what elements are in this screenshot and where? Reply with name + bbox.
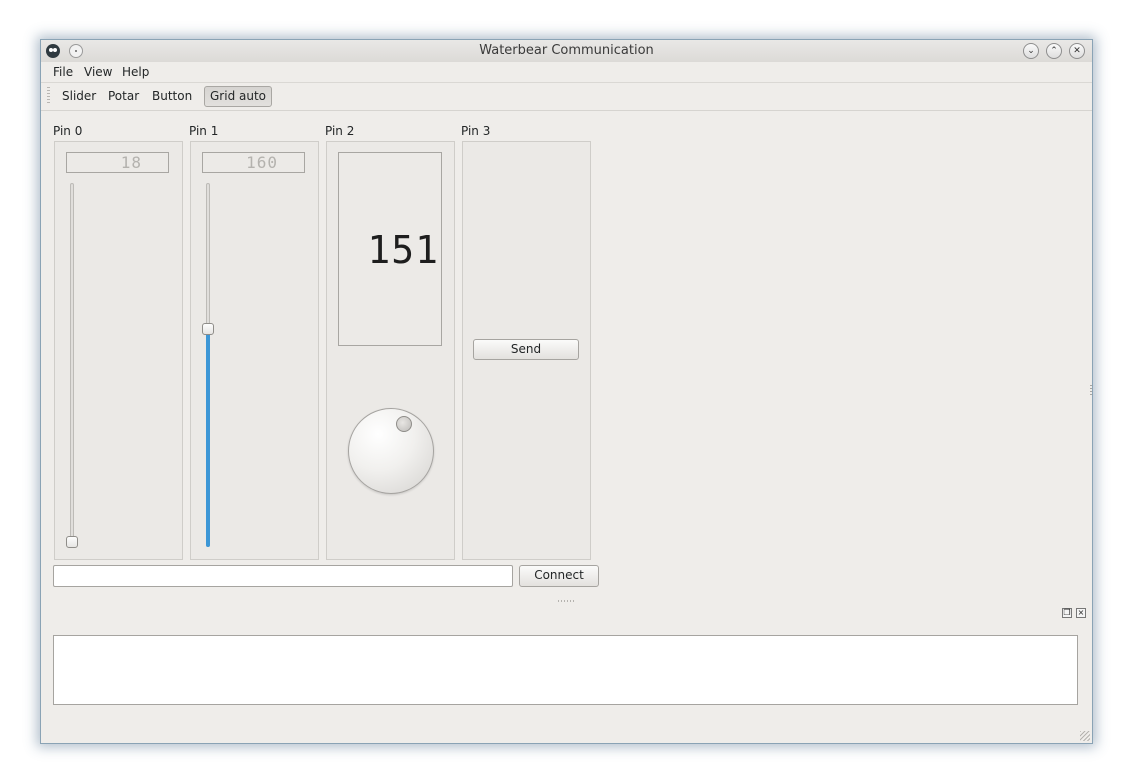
pin0-panel: 18 <box>54 141 183 560</box>
pin1-slider-fill <box>206 328 210 547</box>
close-icon: × <box>1077 608 1085 617</box>
pin1-lcd-display: 160 <box>202 152 305 173</box>
dock-close-button[interactable]: × <box>1076 608 1086 618</box>
pin3-panel: Send <box>462 141 591 560</box>
connect-button[interactable]: Connect <box>519 565 599 587</box>
size-grip[interactable] <box>1080 731 1090 741</box>
title-bar[interactable]: Waterbear Communication ⌄ ⌃ ✕ <box>41 40 1092 62</box>
pin2-potentiometer-dial[interactable] <box>348 408 434 494</box>
pin2-lcd-display: 151 <box>338 152 442 346</box>
menu-help[interactable]: Help <box>122 65 149 79</box>
toolbar-button-button[interactable]: Button <box>150 87 194 106</box>
splitter-handle[interactable] <box>558 600 576 602</box>
close-button[interactable]: ✕ <box>1069 43 1085 59</box>
chevron-down-icon: ⌄ <box>1027 46 1035 56</box>
pin2-panel: 151 <box>326 141 455 560</box>
close-icon: ✕ <box>1073 46 1081 56</box>
toolbar: Slider Potar Button Grid auto <box>41 82 1092 111</box>
dock-float-button[interactable]: ❐ <box>1062 608 1072 618</box>
toolbar-grid-auto-button[interactable]: Grid auto <box>204 86 273 107</box>
menu-view[interactable]: View <box>84 65 112 79</box>
log-output-area[interactable] <box>53 635 1078 705</box>
minimize-button[interactable]: ⌄ <box>1023 43 1039 59</box>
maximize-button[interactable]: ⌃ <box>1046 43 1062 59</box>
float-icon: ❐ <box>1063 608 1071 617</box>
pin3-send-button[interactable]: Send <box>473 339 579 360</box>
pin0-lcd-display: 18 <box>66 152 169 173</box>
toolbar-potar-button[interactable]: Potar <box>106 87 141 106</box>
pin3-label: Pin 3 <box>461 124 491 138</box>
pin1-panel: 160 <box>190 141 319 560</box>
menu-bar: File View Help <box>41 62 1092 82</box>
toolbar-grip[interactable] <box>47 87 50 105</box>
toolbar-slider-button[interactable]: Slider <box>60 87 98 106</box>
resize-handle[interactable] <box>1090 385 1092 395</box>
menu-file[interactable]: File <box>53 65 73 79</box>
chevron-up-icon: ⌃ <box>1050 46 1058 56</box>
pin2-label: Pin 2 <box>325 124 355 138</box>
connection-address-input[interactable] <box>53 565 513 587</box>
pin0-slider-handle[interactable] <box>66 536 78 548</box>
pin1-label: Pin 1 <box>189 124 219 138</box>
dial-knob-indicator[interactable] <box>396 416 412 432</box>
pin0-label: Pin 0 <box>53 124 83 138</box>
window-title: Waterbear Communication <box>479 43 654 58</box>
pin1-slider-handle[interactable] <box>202 323 214 336</box>
pin0-slider-track[interactable] <box>70 183 74 547</box>
main-window: Waterbear Communication ⌄ ⌃ ✕ File View … <box>40 39 1093 744</box>
